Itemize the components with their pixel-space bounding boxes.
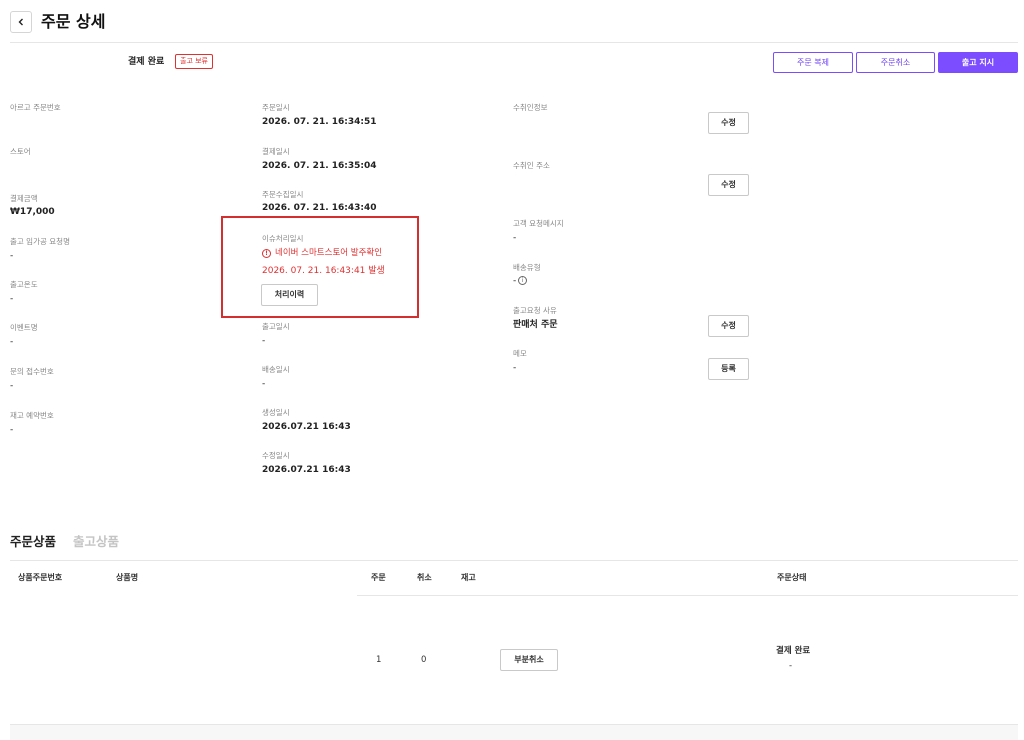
customer-message-label: 고객 요청메시지: [513, 219, 564, 228]
customer-message-value: -: [513, 233, 517, 243]
delivery-date-value: -: [262, 379, 266, 389]
status-badge: 출고 보류: [175, 54, 213, 69]
row-order-qty: 1: [376, 655, 382, 665]
inquiry-no-value: -: [10, 381, 14, 391]
store-label: 스토어: [10, 147, 31, 156]
ship-order-button[interactable]: 출고 지시: [938, 52, 1018, 73]
cancel-order-button[interactable]: 주문취소: [856, 52, 935, 73]
payment-amount-label: 결제금액: [10, 194, 38, 203]
row-cancel-qty: 0: [421, 655, 427, 665]
col-item-name: 상품명: [116, 573, 139, 582]
payment-date-label: 결제일시: [262, 147, 290, 156]
updated-date-value: 2026.07.21 16:43: [262, 465, 351, 475]
tabs-divider: [10, 560, 1018, 561]
ship-request-label: 출고요청 사유: [513, 306, 557, 315]
delivery-type-text: -: [513, 276, 517, 286]
history-button[interactable]: 처리이력: [261, 284, 318, 306]
collect-date-label: 주문수집일시: [262, 190, 304, 199]
ship-temp-value: -: [10, 294, 14, 304]
col-order-status: 주문상태: [777, 573, 807, 582]
col-stock: 재고: [461, 573, 476, 582]
payment-date-value: 2026. 07. 21. 16:35:04: [262, 161, 377, 171]
processing-request-value: -: [10, 251, 14, 261]
back-button[interactable]: [10, 11, 32, 33]
memo-value: -: [513, 363, 517, 373]
page-title: 주문 상세: [41, 12, 106, 31]
payment-status: 결제 완료: [128, 57, 165, 67]
table-footer: [10, 724, 1018, 740]
order-date-value: 2026. 07. 21. 16:34:51: [262, 117, 377, 127]
stock-reservation-label: 재고 예약번호: [10, 411, 54, 420]
payment-amount-value: ₩17,000: [10, 207, 55, 217]
event-name-label: 이벤트명: [10, 323, 38, 332]
event-name-value: -: [10, 337, 14, 347]
argo-order-no-label: 아르고 주문번호: [10, 103, 61, 112]
ship-request-value: 판매처 주문: [513, 320, 558, 330]
edit-ship-request-button[interactable]: 수정: [708, 315, 749, 337]
table-header-divider: [357, 595, 1018, 596]
chevron-left-icon: [18, 18, 23, 26]
order-date-label: 주문일시: [262, 103, 290, 112]
alert-icon: !: [262, 248, 271, 258]
issue-message: ! 네이버 스마트스토어 발주확인: [262, 247, 382, 259]
processing-request-label: 출고 임가공 요청명: [10, 237, 70, 246]
updated-date-label: 수정일시: [262, 451, 290, 460]
col-item-no: 상품주문번호: [18, 573, 63, 582]
header-divider: [10, 42, 1018, 43]
ship-date-value: -: [262, 336, 266, 346]
edit-receiver-address-button[interactable]: 수정: [708, 174, 749, 196]
created-date-value: 2026.07.21 16:43: [262, 422, 351, 432]
edit-receiver-info-button[interactable]: 수정: [708, 112, 749, 134]
register-memo-button[interactable]: 등록: [708, 358, 749, 380]
collect-date-value: 2026. 07. 21. 16:43:40: [262, 203, 377, 213]
delivery-type-value: -i: [513, 275, 528, 288]
ship-temp-label: 출고온도: [10, 280, 38, 289]
memo-label: 메모: [513, 349, 527, 358]
delivery-date-label: 배송일시: [262, 365, 290, 374]
delivery-type-label: 배송유형: [513, 263, 541, 272]
row-order-status: 결제 완료: [776, 646, 811, 656]
ship-date-label: 출고일시: [262, 322, 290, 331]
tab-ship-items[interactable]: 출고상품: [73, 533, 119, 551]
receiver-address-label: 수취인 주소: [513, 161, 550, 170]
col-cancel-qty: 취소: [417, 573, 432, 582]
col-order-qty: 주문: [371, 573, 386, 582]
row-order-status-sub: -: [789, 661, 793, 671]
partial-cancel-button[interactable]: 부분취소: [500, 649, 558, 671]
issue-date-label: 이슈처리일시: [262, 234, 304, 243]
created-date-label: 생성일시: [262, 408, 290, 417]
issue-date-value: 2026. 07. 21. 16:43:41 발생: [262, 266, 385, 276]
issue-message-text: 네이버 스마트스토어 발주확인: [275, 248, 383, 258]
stock-reservation-value: -: [10, 425, 14, 435]
tab-order-items[interactable]: 주문상품: [10, 533, 56, 551]
receiver-info-label: 수취인정보: [513, 103, 548, 112]
inquiry-no-label: 문의 접수번호: [10, 367, 54, 376]
info-icon[interactable]: i: [518, 276, 528, 285]
copy-order-button[interactable]: 주문 복제: [773, 52, 853, 73]
